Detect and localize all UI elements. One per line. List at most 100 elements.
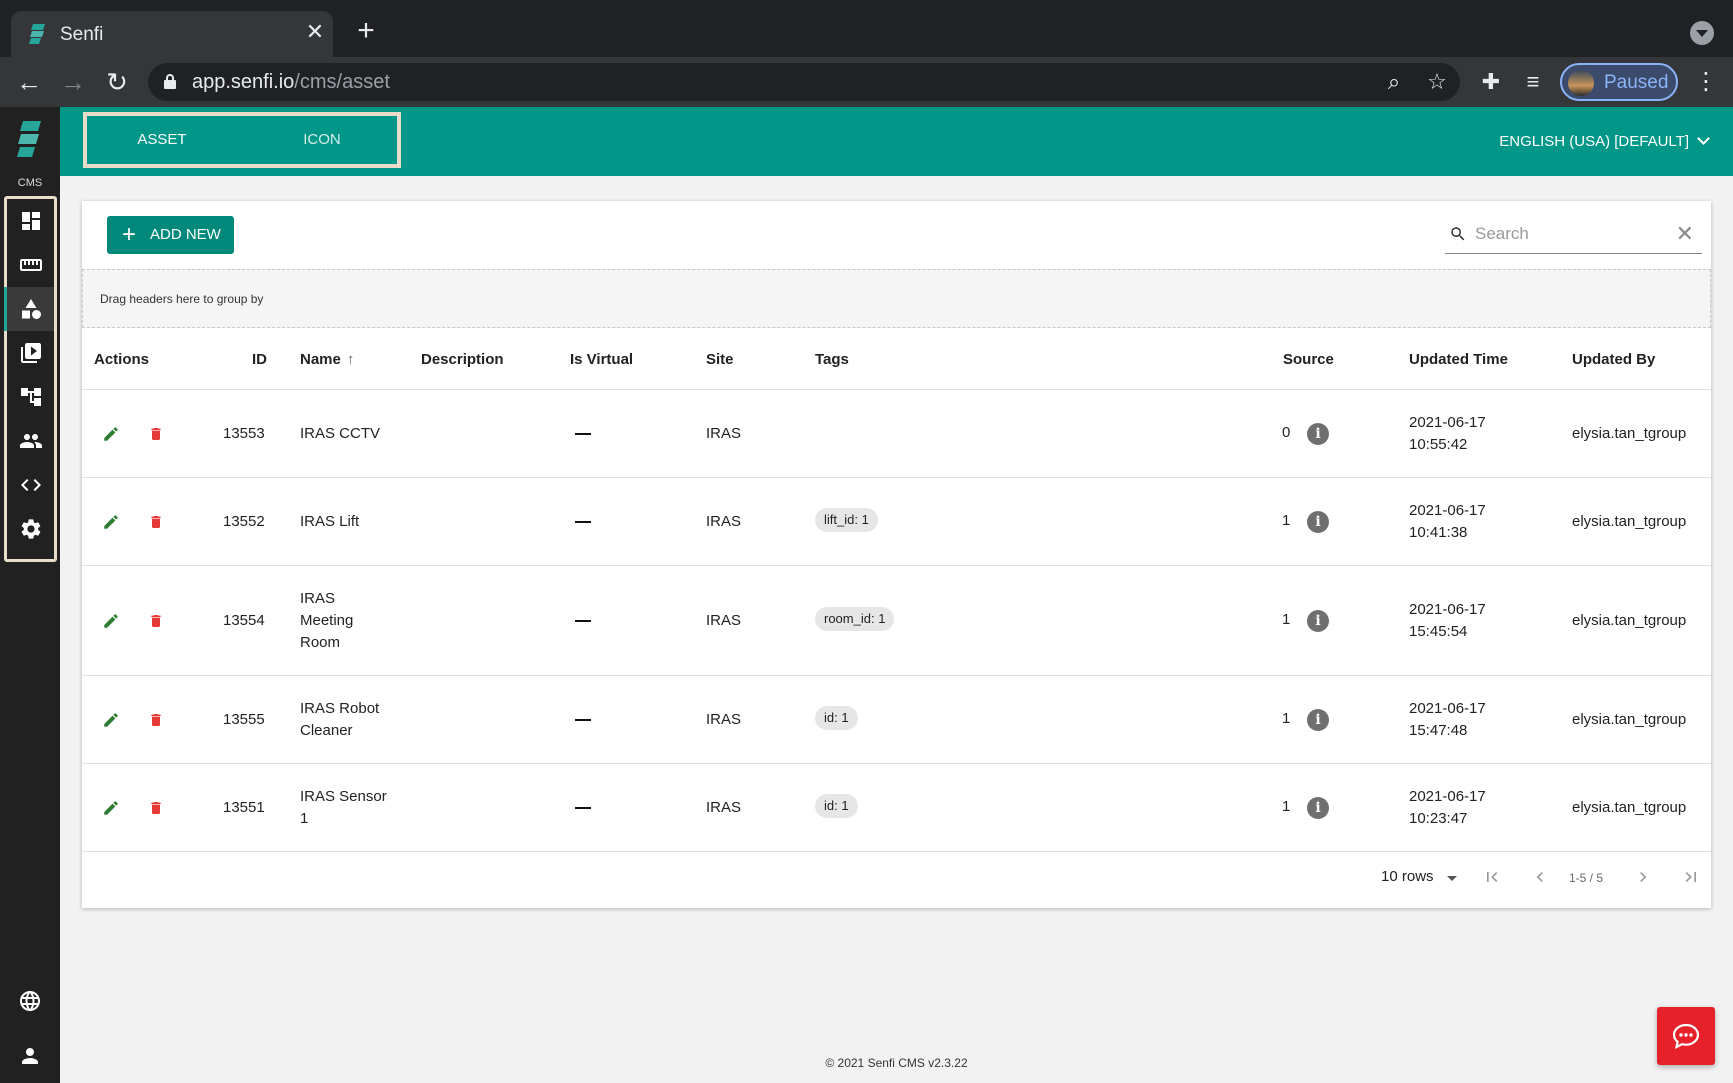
sidebar-item-users[interactable]	[7, 419, 54, 463]
col-updated-by[interactable]: Updated By	[1572, 351, 1655, 368]
rows-per-page-select[interactable]: 10 rows	[1381, 868, 1434, 885]
new-tab-icon[interactable]: +	[352, 16, 380, 46]
delete-trash-icon[interactable]	[148, 513, 164, 531]
cell-id: 13554	[223, 612, 265, 629]
sidebar-item-media[interactable]	[7, 331, 54, 375]
profile-label: Paused	[1604, 72, 1669, 93]
cell-id: 13553	[223, 425, 265, 442]
settings-icon	[21, 519, 40, 539]
reload-icon[interactable]: ↻	[102, 67, 132, 97]
profile-button[interactable]: Paused	[1560, 63, 1678, 101]
col-source[interactable]: Source	[1283, 351, 1334, 368]
col-actions: Actions	[94, 351, 150, 368]
cell-source: 1	[1282, 710, 1291, 727]
info-icon[interactable]: i	[1307, 709, 1329, 731]
table-row: 13552 IRAS Lift IRAS lift_id: 1 1 i 2021…	[82, 478, 1711, 566]
sidebar-item-measure[interactable]	[7, 243, 54, 287]
cell-updated-by: elysia.tan_tgroup	[1572, 711, 1687, 728]
chat-support-button[interactable]	[1657, 1007, 1715, 1065]
delete-trash-icon[interactable]	[148, 799, 164, 817]
col-description[interactable]: Description	[421, 351, 504, 368]
cell-updated-by: elysia.tan_tgroup	[1572, 513, 1687, 530]
sidebar-item-dashboard[interactable]	[7, 199, 54, 243]
senfi-favicon-icon	[29, 24, 45, 44]
header-tabs: ASSET ICON	[83, 112, 401, 168]
address-bar[interactable]: app.senfi.io/cms/asset ⌕ ☆	[148, 63, 1460, 101]
sidebar-item-code[interactable]	[7, 463, 54, 507]
shapes-icon	[21, 299, 41, 319]
info-icon[interactable]: i	[1307, 797, 1329, 819]
extensions-icon[interactable]: ✚	[1476, 67, 1506, 97]
forward-icon[interactable]: →	[58, 67, 88, 97]
edit-pencil-icon[interactable]	[102, 513, 120, 531]
media-control-icon[interactable]: ≡	[1518, 67, 1548, 97]
col-site[interactable]: Site	[706, 351, 734, 368]
cell-updated-date: 2021-06-17	[1409, 788, 1486, 805]
cell-updated-time: 10:23:47	[1409, 810, 1468, 827]
tag-chip: id: 1	[815, 794, 858, 818]
cell-updated-by: elysia.tan_tgroup	[1572, 425, 1687, 442]
avatar	[1568, 70, 1594, 96]
chevron-down-icon	[1697, 132, 1710, 145]
caret-down-icon[interactable]	[1447, 876, 1457, 881]
browser-menu-icon[interactable]: ⋮	[1694, 67, 1718, 97]
browser-tabstrip: Senfi ✕ +	[0, 0, 1733, 57]
delete-trash-icon[interactable]	[148, 425, 164, 443]
info-icon[interactable]: i	[1307, 610, 1329, 632]
delete-trash-icon[interactable]	[148, 612, 164, 630]
cell-name: IRAS CCTV	[300, 425, 381, 442]
info-icon[interactable]: i	[1307, 511, 1329, 533]
info-icon[interactable]: i	[1307, 423, 1329, 445]
previous-page-icon[interactable]	[1530, 867, 1550, 887]
cell-source: 1	[1282, 611, 1291, 628]
table-row: 13554 IRAS Meeting Room IRAS room_id: 1 …	[82, 566, 1711, 676]
add-new-button[interactable]: + ADD NEW	[107, 216, 234, 254]
group-by-panel[interactable]: Drag headers here to group by	[82, 269, 1711, 328]
col-id[interactable]: ID	[252, 351, 267, 368]
edit-pencil-icon[interactable]	[102, 425, 120, 443]
edit-pencil-icon[interactable]	[102, 711, 120, 729]
cell-source: 0	[1282, 424, 1291, 441]
cell-site: IRAS	[706, 425, 742, 442]
next-page-icon[interactable]	[1633, 867, 1653, 887]
chat-icon	[1672, 1023, 1700, 1050]
tab-icon[interactable]: ICON	[247, 116, 397, 164]
cell-source: 1	[1282, 798, 1291, 815]
sidebar-item-hierarchy[interactable]	[7, 375, 54, 419]
browser-toolbar: ← → ↻ app.senfi.io/cms/asset ⌕ ☆ ✚ ≡ Pau…	[0, 57, 1733, 107]
col-name[interactable]: Name ↑	[300, 351, 354, 368]
sort-ascending-icon: ↑	[346, 351, 355, 368]
cell-id: 13551	[223, 799, 265, 816]
sidebar-item-assets[interactable]	[4, 287, 54, 331]
clear-search-icon[interactable]: ✕	[1676, 222, 1694, 246]
tab-search-icon[interactable]	[1690, 21, 1714, 45]
close-tab-icon[interactable]: ✕	[303, 20, 327, 44]
table-header: Actions ID Name ↑ Description Is Virtual …	[82, 328, 1711, 390]
code-icon	[20, 479, 41, 491]
col-tags[interactable]: Tags	[815, 351, 849, 368]
language-globe-icon[interactable]	[18, 989, 42, 1013]
pagination-bar: 10 rows 1-5 / 5	[82, 850, 1711, 908]
bookmark-star-icon[interactable]: ☆	[1423, 68, 1451, 96]
browser-tab[interactable]: Senfi ✕	[11, 11, 333, 57]
is-virtual-dash	[575, 521, 591, 523]
cell-updated-date: 2021-06-17	[1409, 414, 1486, 431]
last-page-icon[interactable]	[1681, 867, 1701, 887]
back-icon[interactable]: ←	[14, 67, 44, 97]
col-is-virtual[interactable]: Is Virtual	[570, 351, 633, 368]
edit-pencil-icon[interactable]	[102, 612, 120, 630]
zoom-icon[interactable]: ⌕	[1380, 68, 1408, 96]
tag-chip: id: 1	[815, 706, 858, 730]
page-range-label: 1-5 / 5	[1569, 871, 1604, 885]
asset-table-card: + ADD NEW ✕ Drag headers here to group b…	[82, 201, 1711, 908]
delete-trash-icon[interactable]	[148, 711, 164, 729]
edit-pencil-icon[interactable]	[102, 799, 120, 817]
tab-asset[interactable]: ASSET	[87, 116, 237, 164]
col-updated-time[interactable]: Updated Time	[1409, 351, 1508, 368]
language-selector[interactable]: ENGLISH (USA) [DEFAULT]	[1499, 107, 1710, 176]
first-page-icon[interactable]	[1482, 867, 1502, 887]
app-header: ASSET ICON ENGLISH (USA) [DEFAULT]	[60, 107, 1733, 176]
search-input[interactable]	[1475, 220, 1665, 248]
sidebar-item-settings[interactable]	[7, 507, 54, 551]
table-row: 13555 IRAS Robot Cleaner IRAS id: 1 1 i …	[82, 676, 1711, 764]
